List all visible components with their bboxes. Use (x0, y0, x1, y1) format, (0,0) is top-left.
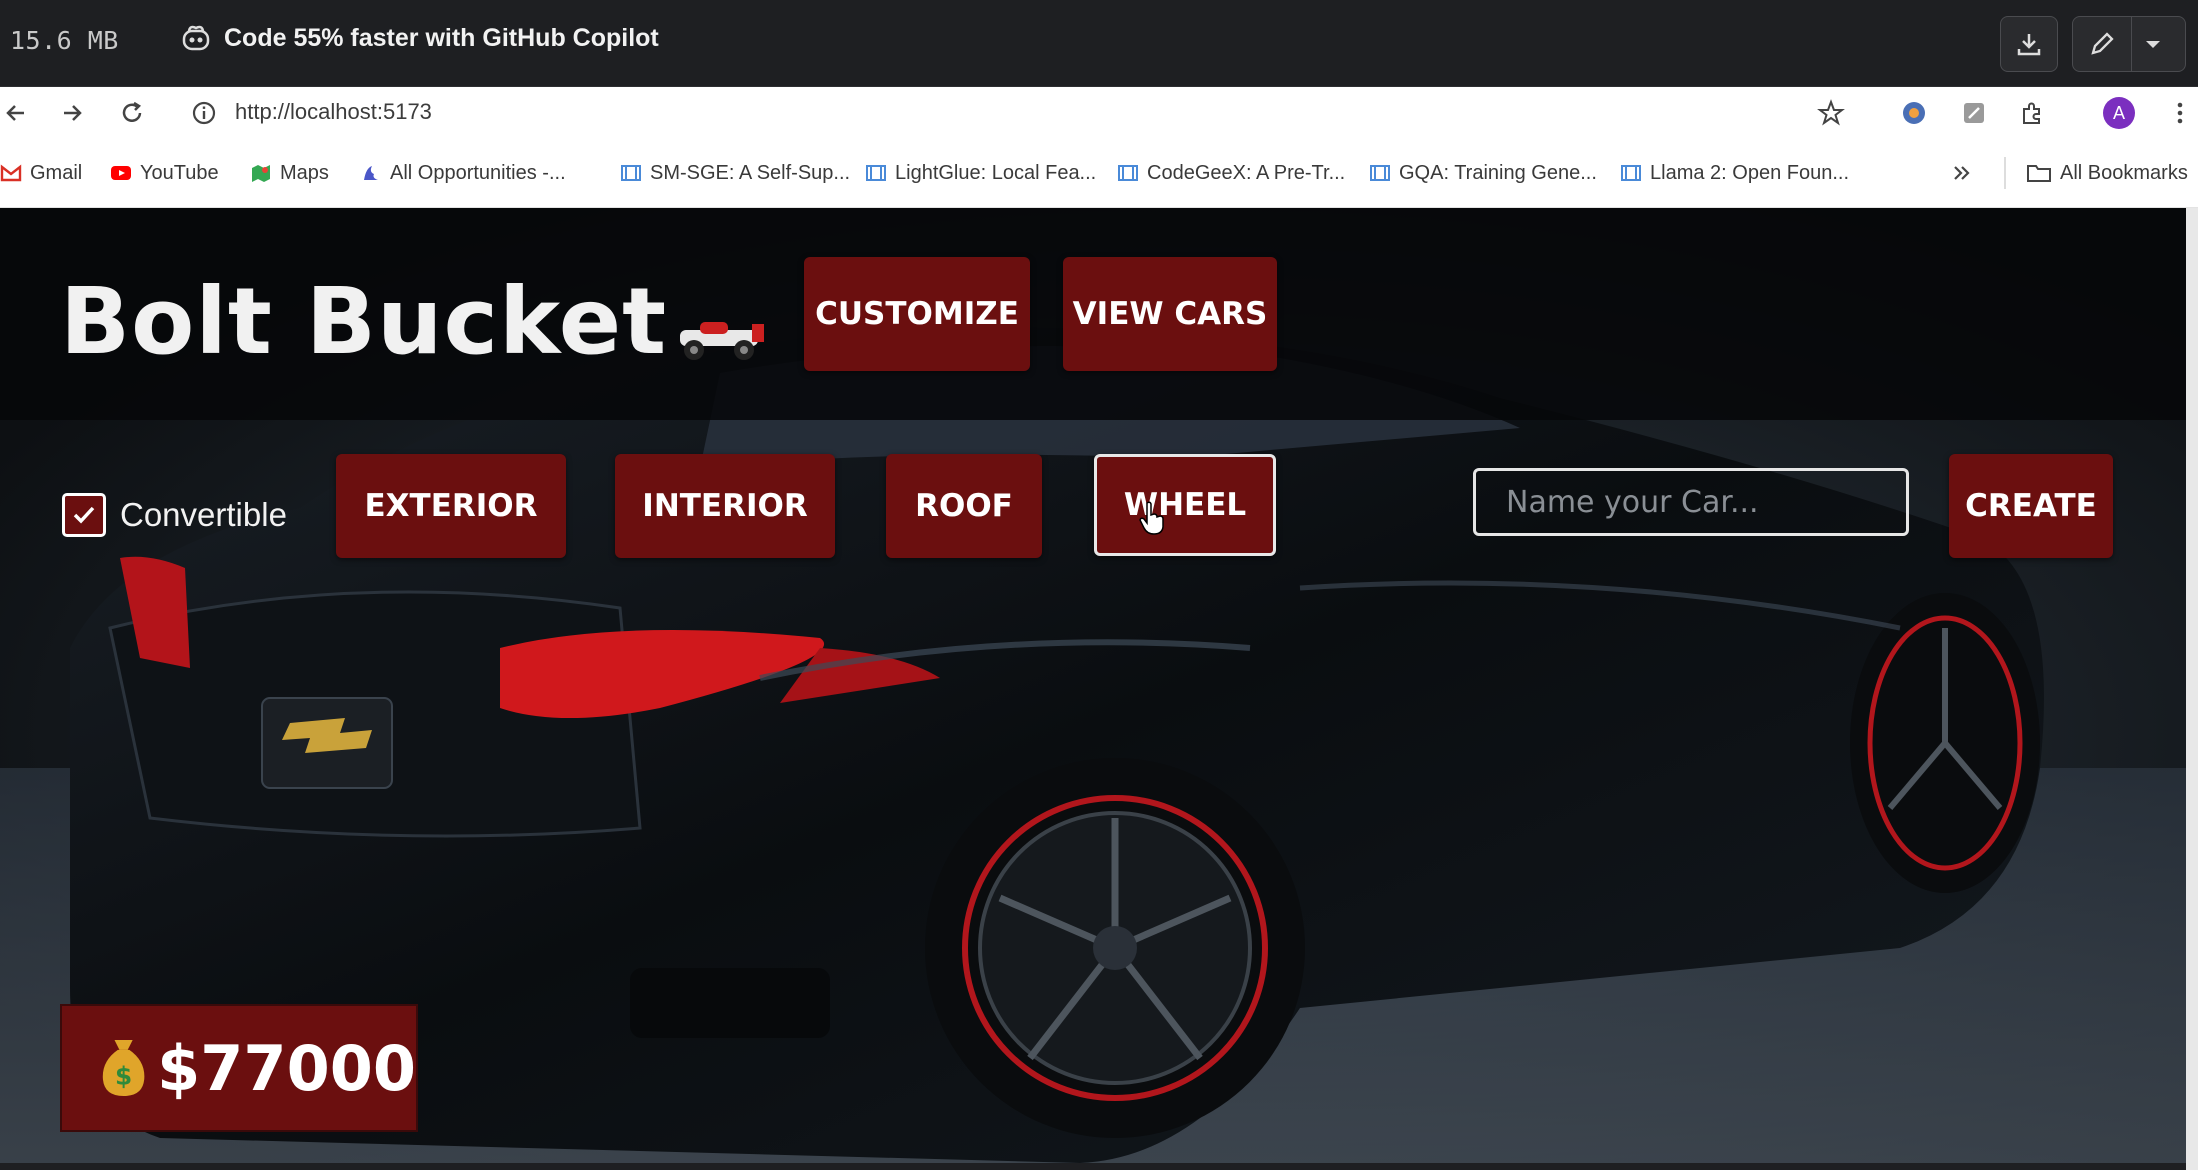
bookmark-codegeex[interactable]: CodeGeeX: A Pre-Tr... (1117, 159, 1345, 187)
bookmark-maps[interactable]: Maps (250, 159, 329, 187)
folder-icon (2027, 165, 2051, 182)
doc-icon (866, 165, 886, 181)
bookmark-sm-sge[interactable]: SM-SGE: A Self-Sup... (620, 159, 850, 187)
reload-icon[interactable] (118, 99, 146, 127)
convertible-checkbox[interactable] (62, 493, 106, 537)
bookmarks-divider (2004, 157, 2006, 189)
browser-toolbar: http://localhost:5173 A (0, 87, 2198, 139)
address-bar[interactable]: http://localhost:5173 (235, 99, 432, 125)
chevron-down-icon (2146, 41, 2160, 48)
download-button[interactable] (2000, 16, 2058, 72)
app-title: Bolt Bucket (60, 268, 668, 375)
doc-icon (621, 165, 641, 181)
view-cars-button[interactable]: VIEW CARS (1063, 257, 1277, 371)
customize-button[interactable]: CUSTOMIZE (804, 257, 1030, 371)
bookmarks-bar: Gmail YouTube Maps All Opportunities -..… (0, 139, 2198, 208)
convertible-toggle[interactable]: Convertible (62, 493, 287, 537)
price-value: $77000 (157, 1031, 416, 1105)
hand-cursor-icon (1139, 501, 1164, 535)
copilot-promo-text: Code 55% faster with GitHub Copilot (224, 23, 659, 52)
opportunities-icon (364, 166, 378, 180)
create-button[interactable]: CREATE (1949, 454, 2113, 558)
svg-text:$: $ (115, 1062, 132, 1091)
forward-icon[interactable] (58, 99, 86, 127)
extension-globe-icon[interactable] (1900, 99, 1928, 127)
all-bookmarks-folder[interactable]: All Bookmarks (2026, 159, 2188, 187)
bookmark-gmail[interactable]: Gmail (0, 159, 82, 187)
interior-button[interactable]: INTERIOR (615, 454, 835, 558)
app-viewport: Bolt Bucket CUSTOMIZE VIEW CARS Converti… (0, 208, 2186, 1163)
car-name-input[interactable] (1473, 468, 1909, 536)
viewer-top-bar: 15.6 MB Code 55% faster with GitHub Copi… (0, 0, 2198, 87)
edit-menu-button[interactable] (2072, 16, 2186, 72)
exterior-button[interactable]: EXTERIOR (336, 454, 566, 558)
bookmark-gqa[interactable]: GQA: Training Gene... (1369, 159, 1597, 187)
youtube-icon (111, 166, 131, 180)
wheel-button[interactable]: WHEEL (1094, 454, 1276, 556)
convertible-label: Convertible (120, 496, 287, 533)
price-display: $ $77000 (60, 1004, 418, 1132)
checkmark-icon (73, 506, 95, 524)
extension-tool-icon[interactable] (1960, 99, 1988, 127)
doc-icon (1621, 165, 1641, 181)
roof-button[interactable]: ROOF (886, 454, 1042, 558)
maps-icon (252, 165, 270, 182)
bookmark-opportunities[interactable]: All Opportunities -... (360, 159, 566, 187)
kebab-menu-icon[interactable] (2166, 99, 2194, 127)
money-bag-icon: $ (102, 1039, 145, 1097)
more-bookmarks-icon[interactable] (1950, 161, 1974, 185)
race-car-icon (680, 322, 764, 360)
back-icon[interactable] (2, 99, 30, 127)
doc-icon (1370, 165, 1390, 181)
doc-icon (1118, 165, 1138, 181)
copilot-icon (182, 25, 210, 51)
site-info-icon[interactable] (190, 99, 218, 127)
bookmark-llama2[interactable]: Llama 2: Open Foun... (1620, 159, 1849, 187)
profile-avatar[interactable]: A (2103, 97, 2135, 129)
gmail-icon (0, 164, 22, 182)
pencil-icon (2091, 32, 2114, 55)
extensions-puzzle-icon[interactable] (2018, 99, 2046, 127)
star-icon[interactable] (1817, 99, 1845, 127)
file-size: 15.6 MB (10, 26, 119, 55)
page-scrollbar[interactable] (2186, 208, 2198, 1170)
bookmark-youtube[interactable]: YouTube (110, 159, 219, 187)
bookmark-lightglue[interactable]: LightGlue: Local Fea... (865, 159, 1096, 187)
copilot-promo[interactable]: Code 55% faster with GitHub Copilot (180, 22, 659, 54)
download-icon (2017, 34, 2041, 56)
